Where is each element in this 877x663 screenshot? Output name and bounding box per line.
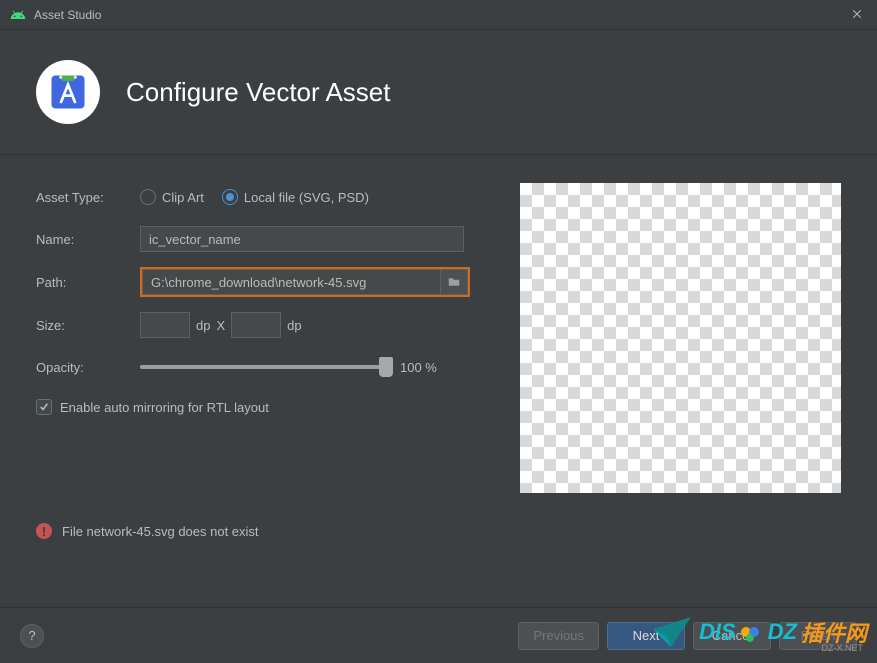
dialog-header: Configure Vector Asset: [0, 30, 877, 155]
radio-clip-art[interactable]: Clip Art: [140, 189, 204, 205]
radio-icon: [140, 189, 156, 205]
titlebar: Asset Studio: [0, 0, 877, 30]
size-unit-width: dp: [196, 318, 210, 333]
window-title: Asset Studio: [34, 8, 851, 22]
slider-thumb[interactable]: [379, 357, 393, 377]
size-label: Size:: [36, 318, 140, 333]
opacity-slider[interactable]: [140, 365, 386, 369]
slider-fill: [140, 365, 386, 369]
error-icon: !: [36, 523, 52, 539]
radio-local-file-label: Local file (SVG, PSD): [244, 190, 369, 205]
dialog-footer: ? Previous Next Cancel Finish: [0, 607, 877, 663]
opacity-slider-group: 100 %: [140, 360, 437, 375]
content-area: Asset Type: Clip Art Local file (SVG, PS…: [0, 155, 877, 505]
name-row: Name:: [36, 225, 490, 253]
path-input-group: [140, 267, 470, 297]
asset-type-row: Asset Type: Clip Art Local file (SVG, PS…: [36, 183, 490, 211]
size-group: dp X dp: [140, 312, 302, 338]
opacity-label: Opacity:: [36, 360, 140, 375]
previous-button[interactable]: Previous: [518, 622, 599, 650]
error-message: File network-45.svg does not exist: [62, 524, 259, 539]
radio-icon: [222, 189, 238, 205]
next-button[interactable]: Next: [607, 622, 685, 650]
folder-icon: [447, 276, 461, 288]
browse-button[interactable]: [440, 269, 468, 295]
size-height-input[interactable]: [231, 312, 281, 338]
path-input[interactable]: [142, 269, 440, 295]
close-icon[interactable]: [851, 7, 867, 23]
asset-type-radio-group: Clip Art Local file (SVG, PSD): [140, 189, 369, 205]
rtl-label: Enable auto mirroring for RTL layout: [60, 400, 269, 415]
help-button[interactable]: ?: [20, 624, 44, 648]
radio-clip-art-label: Clip Art: [162, 190, 204, 205]
finish-button[interactable]: Finish: [779, 622, 857, 650]
preview-panel: [520, 183, 841, 493]
path-row: Path:: [36, 267, 490, 297]
check-icon: [39, 402, 49, 412]
path-label: Path:: [36, 275, 140, 290]
asset-type-label: Asset Type:: [36, 190, 140, 205]
size-width-input[interactable]: [140, 312, 190, 338]
radio-local-file[interactable]: Local file (SVG, PSD): [222, 189, 369, 205]
size-row: Size: dp X dp: [36, 311, 490, 339]
opacity-row: Opacity: 100 %: [36, 353, 490, 381]
vector-asset-logo: [36, 60, 100, 124]
size-separator: X: [216, 318, 225, 333]
rtl-row[interactable]: Enable auto mirroring for RTL layout: [36, 399, 490, 415]
size-unit-height: dp: [287, 318, 301, 333]
name-label: Name:: [36, 232, 140, 247]
page-title: Configure Vector Asset: [126, 77, 390, 108]
cancel-button[interactable]: Cancel: [693, 622, 771, 650]
form-column: Asset Type: Clip Art Local file (SVG, PS…: [36, 183, 490, 493]
opacity-value: 100 %: [400, 360, 437, 375]
name-input[interactable]: [140, 226, 464, 252]
error-row: ! File network-45.svg does not exist: [0, 515, 877, 551]
rtl-checkbox[interactable]: [36, 399, 52, 415]
android-icon: [10, 7, 26, 23]
